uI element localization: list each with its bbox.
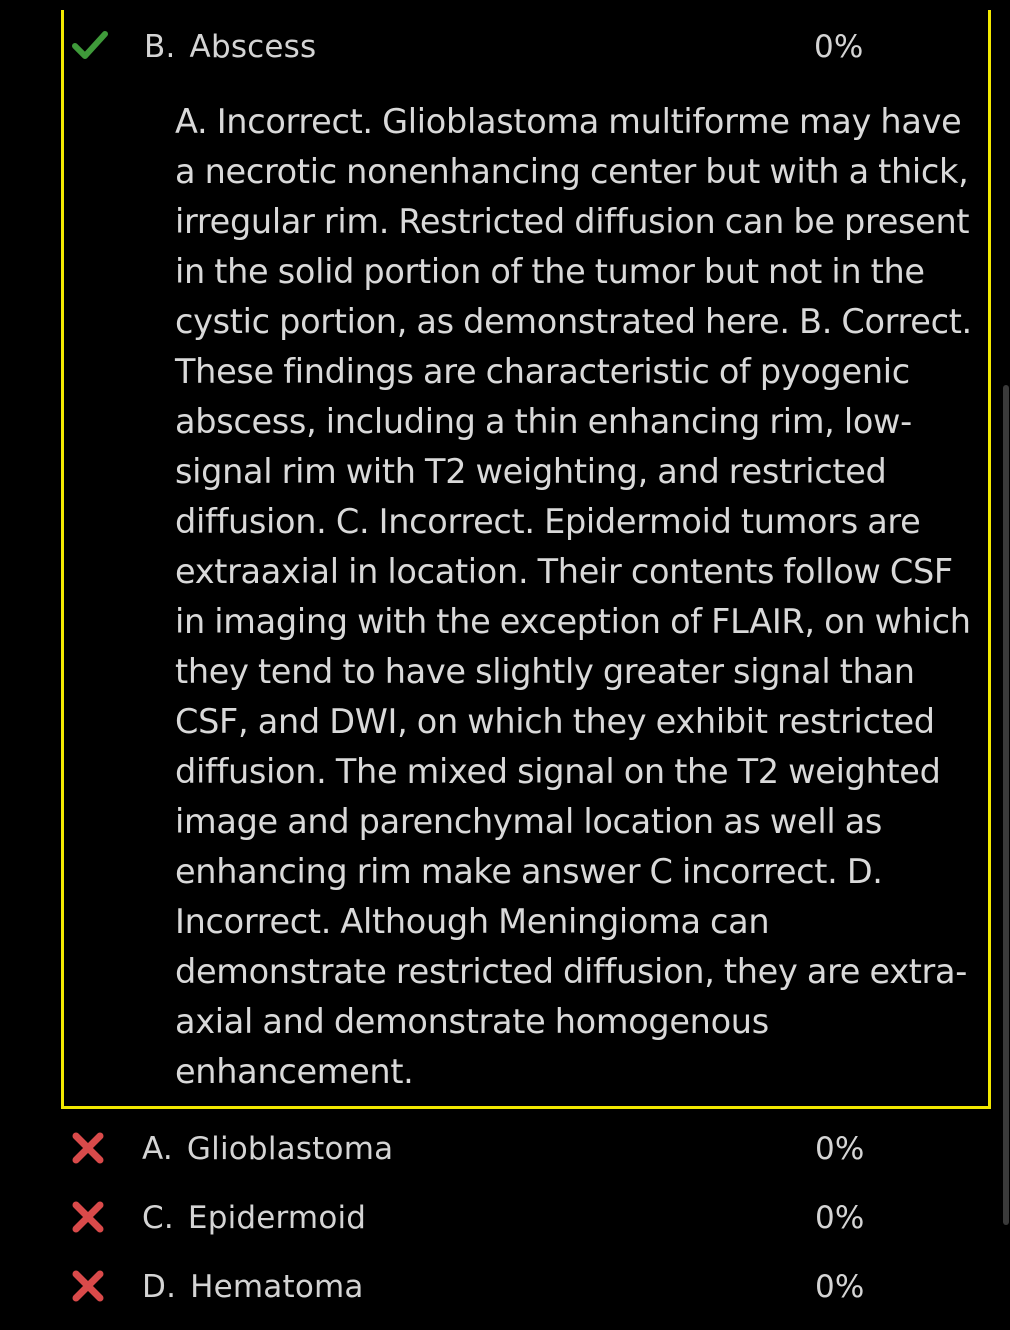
answer-option-b[interactable]: B. Abscess <box>144 22 316 72</box>
answer-text: Abscess <box>189 29 317 65</box>
answer-percent: 0% <box>815 1269 865 1305</box>
cross-icon <box>72 1270 104 1302</box>
answer-option-a[interactable]: A. Glioblastoma <box>142 1124 393 1174</box>
cross-icon <box>72 1201 104 1233</box>
scrollbar[interactable] <box>1003 385 1009 1225</box>
answer-percent: 0% <box>815 1200 865 1236</box>
checkmark-icon <box>72 31 108 59</box>
answer-letter: A. <box>142 1131 173 1167</box>
answer-option-d[interactable]: D. Hematoma <box>142 1262 364 1312</box>
answer-text: Hematoma <box>190 1269 364 1305</box>
answer-text: Epidermoid <box>187 1200 367 1236</box>
answer-text: Glioblastoma <box>186 1131 394 1167</box>
answer-explanation: A. Incorrect. Glioblastoma multiforme ma… <box>175 102 972 1091</box>
cross-icon <box>72 1132 104 1164</box>
answer-percent: 0% <box>815 1131 865 1167</box>
answer-percent: 0% <box>814 29 864 65</box>
answer-letter: C. <box>142 1200 174 1236</box>
answer-letter: B. <box>144 29 176 65</box>
answer-letter: D. <box>142 1269 177 1305</box>
answer-option-c[interactable]: C. Epidermoid <box>142 1193 366 1243</box>
